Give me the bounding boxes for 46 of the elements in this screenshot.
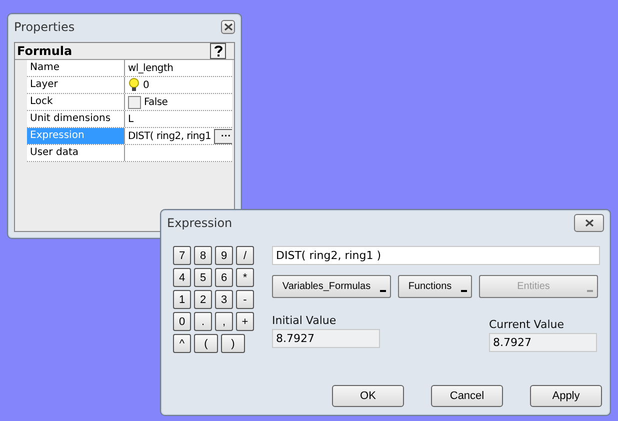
browse-button[interactable]: ··· <box>214 128 232 144</box>
close-button[interactable] <box>221 20 235 34</box>
keypad-key[interactable]: 8 <box>194 246 212 265</box>
close-icon <box>584 219 594 227</box>
keypad-key[interactable]: ) <box>221 334 245 353</box>
property-value: wl_length <box>128 62 174 74</box>
dialog-title: Expression <box>167 216 232 230</box>
field-label: Current Value <box>489 318 566 331</box>
dialog-button[interactable]: OK <box>332 385 404 407</box>
window-title: Properties <box>14 20 75 34</box>
keypad-key[interactable]: + <box>236 312 254 331</box>
dialog-button[interactable]: Apply <box>530 385 602 407</box>
expression-field[interactable]: DIST( ring2, ring1 ) <box>272 246 600 265</box>
initial-value-field: 8.7927 <box>272 329 380 348</box>
keypad-key[interactable]: * <box>236 268 254 287</box>
keypad-key[interactable]: 3 <box>215 290 233 309</box>
property-value: 0 <box>143 80 150 90</box>
keypad-key[interactable]: 1 <box>173 290 191 309</box>
field-label: Initial Value <box>272 314 338 327</box>
dropdown-button[interactable]: Variables_Formulas <box>272 275 391 298</box>
keypad-key[interactable]: ^ <box>173 334 191 353</box>
keypad-key[interactable]: , <box>215 312 233 331</box>
help-icon <box>214 45 222 57</box>
keypad-key[interactable]: 9 <box>215 246 233 265</box>
current-value-field: 8.7927 <box>489 333 597 352</box>
keypad-key[interactable]: 2 <box>194 290 212 309</box>
keypad-key[interactable]: / <box>236 246 254 265</box>
help-button[interactable] <box>210 43 226 59</box>
dropdown-button[interactable]: Functions <box>398 275 472 298</box>
keypad-key[interactable]: - <box>236 290 254 309</box>
keypad-key[interactable]: 0 <box>173 312 191 331</box>
property-value: False <box>144 96 168 108</box>
dialog-button[interactable]: Cancel <box>431 385 503 407</box>
keypad-key[interactable]: 5 <box>194 268 212 287</box>
close-icon <box>224 23 232 31</box>
section-title: Formula <box>17 44 72 58</box>
keypad-key[interactable]: 7 <box>173 246 191 265</box>
keypad-key[interactable]: ( <box>194 334 218 353</box>
property-value: L <box>128 114 134 124</box>
keypad-key[interactable]: 4 <box>173 268 191 287</box>
checkbox[interactable] <box>128 96 141 108</box>
property-value: DIST( ring2, ring1 <box>128 130 212 142</box>
keypad-key[interactable]: 6 <box>215 268 233 287</box>
keypad-key[interactable]: . <box>194 312 212 331</box>
close-button[interactable] <box>574 214 604 232</box>
lightbulb-icon <box>128 78 140 92</box>
